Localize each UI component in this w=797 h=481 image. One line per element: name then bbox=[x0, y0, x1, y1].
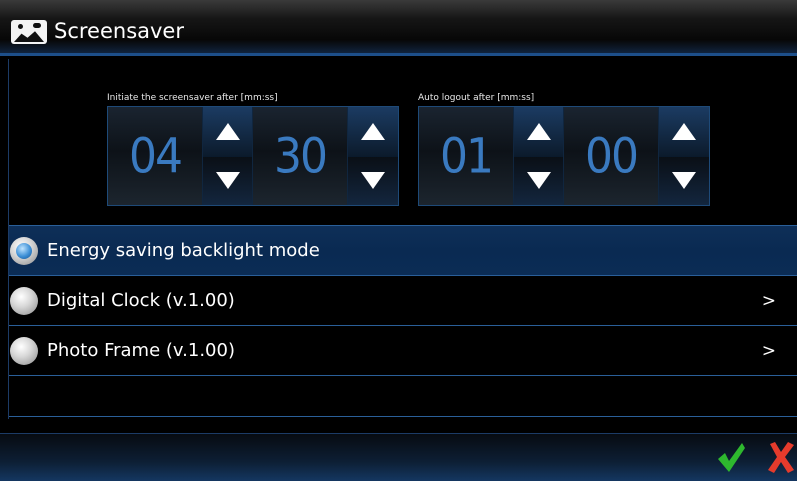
seconds-down-button[interactable] bbox=[659, 156, 709, 205]
screensaver-timer-label: Initiate the screensaver after [mm:ss] bbox=[107, 93, 278, 103]
option-label: Photo Frame (v.1.00) bbox=[47, 340, 235, 361]
minutes-down-button[interactable] bbox=[203, 156, 252, 205]
chevron-right-icon[interactable]: > bbox=[762, 341, 776, 361]
minutes-value: 01 bbox=[440, 127, 494, 185]
seconds-stepper bbox=[659, 107, 709, 205]
option-energy-saving[interactable]: Energy saving backlight mode bbox=[9, 225, 797, 275]
window-title: Screensaver bbox=[54, 19, 184, 43]
cancel-button[interactable] bbox=[766, 440, 796, 474]
seconds-up-button[interactable] bbox=[659, 107, 709, 157]
seconds-value: 30 bbox=[274, 127, 328, 185]
minutes-display: 04 bbox=[108, 107, 203, 205]
option-photo-frame[interactable]: Photo Frame (v.1.00) > bbox=[9, 325, 797, 375]
arrow-up-icon bbox=[361, 122, 385, 140]
seconds-down-button[interactable] bbox=[348, 156, 398, 205]
arrow-down-icon bbox=[215, 172, 240, 190]
radio-selected-icon[interactable] bbox=[10, 236, 38, 265]
option-label: Digital Clock (v.1.00) bbox=[47, 290, 235, 311]
picture-icon bbox=[11, 20, 47, 44]
minutes-down-button[interactable] bbox=[514, 156, 563, 205]
arrow-up-icon bbox=[672, 122, 696, 140]
arrow-down-icon bbox=[526, 172, 551, 190]
title-bar: Screensaver bbox=[0, 0, 797, 56]
footer-bar bbox=[0, 433, 797, 481]
seconds-up-button[interactable] bbox=[348, 107, 398, 157]
seconds-display: 30 bbox=[253, 107, 348, 205]
empty-list-row bbox=[9, 375, 797, 417]
radio-icon[interactable] bbox=[10, 286, 38, 315]
arrow-up-icon bbox=[526, 122, 551, 140]
option-digital-clock[interactable]: Digital Clock (v.1.00) > bbox=[9, 275, 797, 325]
radio-icon[interactable] bbox=[10, 336, 38, 365]
seconds-value: 00 bbox=[585, 127, 639, 185]
minutes-stepper bbox=[203, 107, 253, 205]
minutes-stepper bbox=[514, 107, 564, 205]
logout-timer-label: Auto logout after [mm:ss] bbox=[418, 93, 535, 103]
arrow-down-icon bbox=[361, 172, 385, 190]
x-icon bbox=[768, 442, 794, 473]
minutes-value: 04 bbox=[129, 127, 183, 185]
checkmark-icon bbox=[718, 443, 745, 472]
ok-button[interactable] bbox=[716, 440, 746, 474]
logout-timer: 01 00 bbox=[418, 106, 710, 206]
minutes-display: 01 bbox=[419, 107, 514, 205]
seconds-display: 00 bbox=[564, 107, 659, 205]
minutes-up-button[interactable] bbox=[203, 107, 252, 157]
arrow-up-icon bbox=[215, 122, 240, 140]
seconds-stepper bbox=[348, 107, 398, 205]
arrow-down-icon bbox=[672, 172, 696, 190]
chevron-right-icon[interactable]: > bbox=[762, 291, 776, 311]
screensaver-timer: 04 30 bbox=[107, 106, 399, 206]
option-label: Energy saving backlight mode bbox=[47, 240, 320, 261]
content-panel: Initiate the screensaver after [mm:ss] 0… bbox=[8, 59, 797, 419]
minutes-up-button[interactable] bbox=[514, 107, 563, 157]
